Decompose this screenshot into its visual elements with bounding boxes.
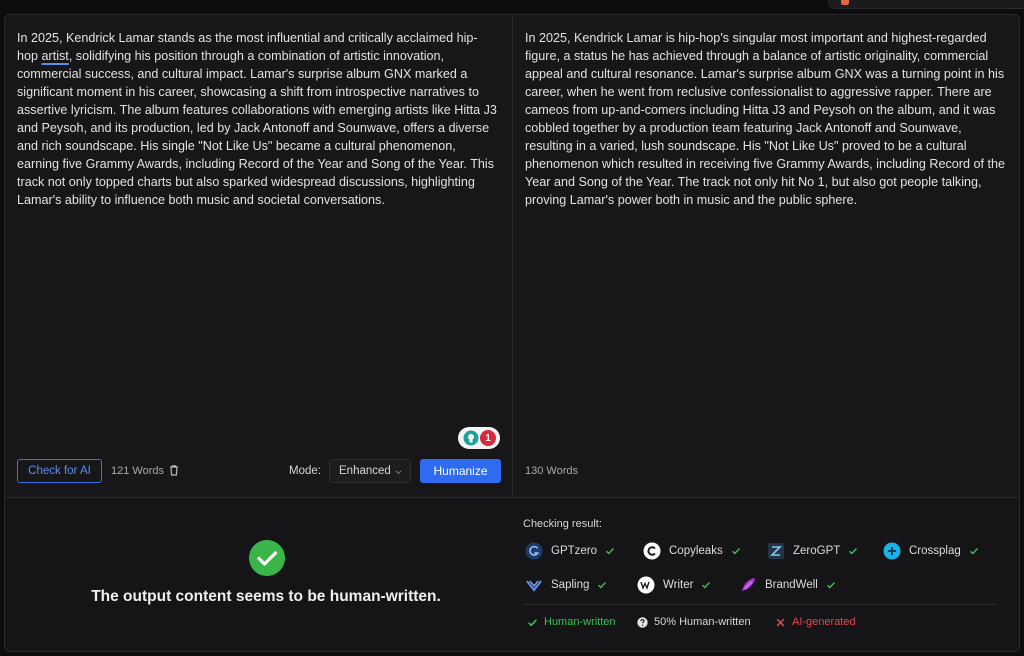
check-icon: [849, 548, 858, 555]
legend-human: Human-written: [527, 616, 616, 628]
top-tab: [828, 0, 1024, 9]
humanize-button[interactable]: Humanize: [420, 459, 501, 483]
result-section: The output content seems to be human-wri…: [5, 497, 1019, 651]
legend-divider: [523, 604, 997, 605]
humanizer-panel: In 2025, Kendrick Lamar stands as the mo…: [4, 14, 1020, 652]
question-circle-icon: [637, 616, 648, 628]
legend-ai-label: AI-generated: [792, 616, 856, 628]
mode-label: Mode:: [289, 465, 321, 477]
input-word-count: 121 Words: [111, 465, 164, 477]
input-pane: In 2025, Kendrick Lamar stands as the mo…: [5, 15, 513, 497]
sapling-logo-icon: [525, 576, 543, 594]
result-message: The output content seems to be human-wri…: [91, 588, 441, 605]
check-icon: [731, 548, 740, 555]
check-icon: [598, 582, 607, 589]
check-icon: [528, 618, 537, 626]
mode-value: Enhanced: [339, 465, 391, 477]
detector-name: BrandWell: [765, 579, 818, 591]
suggestion-count: 1: [480, 430, 496, 446]
chevron-down-icon: [395, 470, 402, 475]
output-toolbar: 130 Words: [513, 457, 1019, 487]
mode-select[interactable]: Enhanced: [329, 459, 411, 483]
check-icon: [826, 582, 835, 589]
detector-name: ZeroGPT: [793, 545, 841, 557]
output-text[interactable]: In 2025, Kendrick Lamar is hip-hop's sin…: [525, 29, 1011, 209]
detector-name: GPTzero: [551, 545, 598, 557]
detector-copyleaks: Copyleaks: [643, 541, 741, 561]
legend-ai: AI-generated: [775, 616, 856, 628]
input-text[interactable]: In 2025, Kendrick Lamar stands as the mo…: [17, 29, 497, 209]
result-summary: The output content seems to be human-wri…: [5, 498, 513, 651]
zerogpt-logo-icon: [767, 542, 785, 560]
detector-brandwell: BrandWell: [739, 575, 836, 595]
detector-gptzero: GPTzero: [525, 541, 615, 561]
legend-half: 50% Human-written: [637, 616, 751, 628]
input-text-part: , solidifying his position through a com…: [17, 49, 497, 207]
check-icon: [969, 548, 978, 555]
x-icon: [776, 618, 785, 626]
detector-results: Checking result: GPTzero Copyleaks ZeroG…: [513, 498, 1019, 651]
detector-name: Sapling: [551, 579, 590, 591]
check-icon: [606, 548, 615, 555]
detector-zerogpt: ZeroGPT: [767, 541, 858, 561]
output-word-count: 130 Words: [525, 465, 578, 477]
flagged-word[interactable]: artist: [42, 49, 69, 63]
check-icon: [702, 582, 711, 589]
check-for-ai-button[interactable]: Check for AI: [17, 459, 102, 483]
writer-logo-icon: [637, 576, 655, 594]
detector-name: Crossplag: [909, 545, 961, 557]
tab-favicon-icon: [841, 0, 849, 5]
output-pane: In 2025, Kendrick Lamar is hip-hop's sin…: [513, 15, 1019, 497]
detector-crossplag: Crossplag: [883, 541, 979, 561]
legend-half-label: 50% Human-written: [654, 616, 751, 628]
input-toolbar: 1 Check for AI 121 Words Mode: Enhanced …: [5, 427, 512, 487]
checking-result-title: Checking result:: [523, 518, 602, 530]
suggestion-badge[interactable]: 1: [458, 427, 500, 449]
copyleaks-logo-icon: [643, 542, 661, 560]
lightbulb-icon: [463, 430, 479, 446]
brandwell-logo-icon: [739, 576, 757, 594]
legend-human-label: Human-written: [544, 616, 616, 628]
crossplag-logo-icon: [883, 542, 901, 560]
gptzero-logo-icon: [525, 542, 543, 560]
success-check-icon: [249, 540, 285, 576]
detector-name: Writer: [663, 579, 694, 591]
detector-sapling: Sapling: [525, 575, 607, 595]
trash-icon[interactable]: [167, 463, 181, 477]
detector-name: Copyleaks: [669, 545, 723, 557]
detector-writer: Writer: [637, 575, 711, 595]
